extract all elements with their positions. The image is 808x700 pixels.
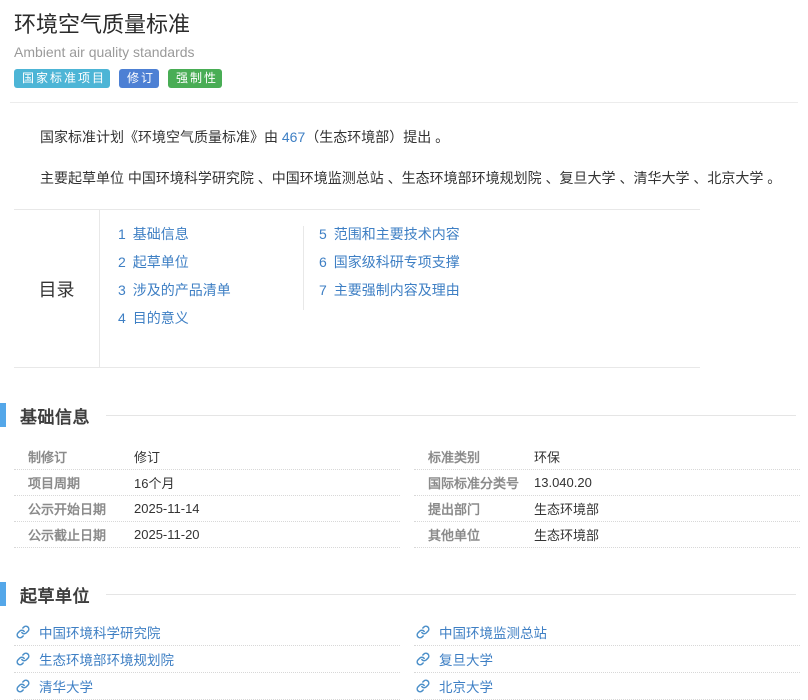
link-icon: [416, 679, 430, 693]
table-row: 项目周期16个月: [14, 470, 400, 496]
tag-revision: 修订: [119, 69, 159, 88]
basic-info-left-column: 制修订修订 项目周期16个月 公示开始日期2025-11-14 公示截止日期20…: [14, 444, 400, 548]
units-left-column: 中国环境科学研究院 生态环境部环境规划院 清华大学: [14, 619, 400, 700]
link-icon: [16, 679, 30, 693]
section-header-line: [106, 415, 796, 416]
table-row: 标准类别环保: [414, 444, 800, 470]
table-row: 其他单位生态环境部: [414, 522, 800, 548]
section-accent-bar: [0, 403, 6, 427]
tag-row: 国家标准项目 修订 强制性: [14, 69, 794, 88]
toc-item-scope[interactable]: 5范围和主要技术内容: [319, 226, 460, 242]
toc-item-drafting-units[interactable]: 2起草单位: [118, 254, 303, 270]
drafting-units-section-title: 起草单位: [20, 582, 90, 607]
intro-p1-suffix: （生态环境部）提出 。: [305, 129, 449, 145]
drafting-units-list: 中国环境科学研究院 生态环境部环境规划院 清华大学 中国环境监测总站 复旦大学 …: [14, 619, 808, 700]
toc-body: 1基础信息 2起草单位 3涉及的产品清单 4目的意义 5范围和主要技术内容 6国…: [100, 210, 460, 367]
proposer-code-link[interactable]: 467: [282, 129, 305, 145]
table-row: 公示截止日期2025-11-20: [14, 522, 400, 548]
basic-info-section-title: 基础信息: [20, 403, 90, 428]
link-icon: [416, 625, 430, 639]
basic-info-table: 制修订修订 项目周期16个月 公示开始日期2025-11-14 公示截止日期20…: [14, 444, 808, 548]
proposing-department-link[interactable]: 生态环境部: [534, 499, 599, 518]
table-of-contents: 目录 1基础信息 2起草单位 3涉及的产品清单 4目的意义 5范围和主要技术内容…: [14, 209, 700, 368]
table-row: 国际标准分类号13.040.20: [414, 470, 800, 496]
intro-p2-suffix: 。: [763, 170, 781, 186]
page-title: 环境空气质量标准: [14, 12, 794, 38]
unit-link-peking[interactable]: 北京大学: [439, 676, 493, 696]
link-icon: [416, 652, 430, 666]
table-row: 制修订修订: [14, 444, 400, 470]
unit-link-cnemc[interactable]: 中国环境监测总站: [439, 622, 547, 642]
intro-p2-unit-list: 中国环境科学研究院 、中国环境监测总站 、生态环境部环境规划院 、复旦大学 、清…: [128, 170, 763, 186]
toc-item-basic-info[interactable]: 1基础信息: [118, 226, 303, 242]
section-accent-bar: [0, 582, 6, 606]
basic-info-right-column: 标准类别环保 国际标准分类号13.040.20 提出部门生态环境部 其他单位生态…: [414, 444, 800, 548]
tag-national-standard-project: 国家标准项目: [14, 69, 110, 88]
page-header: 环境空气质量标准 Ambient air quality standards 国…: [0, 0, 808, 88]
header-divider: [10, 102, 798, 103]
list-item: 北京大学: [414, 673, 800, 700]
drafting-units-section-header: 起草单位: [0, 581, 808, 607]
unit-link-fudan[interactable]: 复旦大学: [439, 649, 493, 669]
unit-link-craes[interactable]: 中国环境科学研究院: [39, 622, 161, 642]
toc-column-1: 1基础信息 2起草单位 3涉及的产品清单 4目的意义: [118, 226, 303, 338]
intro-paragraph-units: 主要起草单位 中国环境科学研究院 、中国环境监测总站 、生态环境部环境规划院 、…: [40, 168, 794, 188]
table-row: 提出部门生态环境部: [414, 496, 800, 522]
toc-label: 目录: [14, 210, 100, 367]
unit-link-tsinghua[interactable]: 清华大学: [39, 676, 93, 696]
other-unit-link[interactable]: 生态环境部: [534, 525, 599, 544]
list-item: 中国环境科学研究院: [14, 619, 400, 646]
units-right-column: 中国环境监测总站 复旦大学 北京大学: [414, 619, 800, 700]
page-subtitle: Ambient air quality standards: [14, 44, 794, 60]
link-icon: [16, 625, 30, 639]
section-header-line: [106, 594, 796, 595]
list-item: 中国环境监测总站: [414, 619, 800, 646]
toc-item-mandatory-content[interactable]: 7主要强制内容及理由: [319, 282, 460, 298]
intro-paragraph-plan: 国家标准计划《环境空气质量标准》由 467（生态环境部）提出 。: [40, 127, 794, 147]
link-icon: [16, 652, 30, 666]
toc-column-2: 5范围和主要技术内容 6国家级科研专项支撑 7主要强制内容及理由: [303, 226, 460, 310]
unit-link-caep[interactable]: 生态环境部环境规划院: [39, 649, 174, 669]
toc-item-product-list[interactable]: 3涉及的产品清单: [118, 282, 303, 298]
list-item: 清华大学: [14, 673, 400, 700]
list-item: 复旦大学: [414, 646, 800, 673]
intro-p1-prefix: 国家标准计划《环境空气质量标准》由: [40, 129, 282, 145]
list-item: 生态环境部环境规划院: [14, 646, 400, 673]
tag-mandatory: 强制性: [168, 69, 222, 88]
toc-item-research-support[interactable]: 6国家级科研专项支撑: [319, 254, 460, 270]
basic-info-section-header: 基础信息: [0, 402, 808, 428]
table-row: 公示开始日期2025-11-14: [14, 496, 400, 522]
intro-section: 国家标准计划《环境空气质量标准》由 467（生态环境部）提出 。 主要起草单位 …: [40, 127, 794, 188]
toc-item-purpose[interactable]: 4目的意义: [118, 310, 303, 326]
intro-p2-label: 主要起草单位: [40, 170, 128, 186]
